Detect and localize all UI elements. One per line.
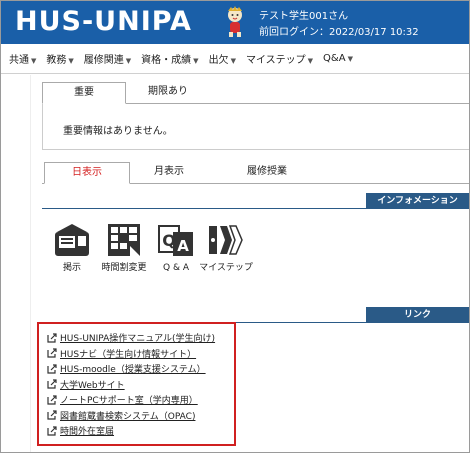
- list-item: HUS-moodle（授業支援システム）: [47, 361, 215, 377]
- external-link-icon: [47, 395, 57, 405]
- menu-item-qa[interactable]: Q&A ▼: [323, 53, 353, 64]
- tab-important[interactable]: 重要: [42, 82, 126, 104]
- user-name: テスト学生001さん: [259, 11, 349, 22]
- menu-item-common[interactable]: 共通 ▼: [9, 51, 36, 66]
- mystep-icon: [209, 225, 243, 255]
- menu-item-label: 履修関連: [83, 55, 124, 66]
- left-rail: [1, 75, 31, 452]
- chevron-down-icon: ▼: [307, 57, 314, 65]
- link-pc-support[interactable]: ノートPCサポート室（学内専用）: [60, 393, 198, 406]
- info-tile-label: 掲示: [62, 263, 81, 273]
- chevron-down-icon: ▼: [31, 57, 37, 65]
- main-menu: 共通 ▼ 教務 ▼ 履修関連 ▼ 資格・成績 ▼ 出欠 ▼ マイステップ ▼ Q&A ▼: [1, 44, 469, 74]
- tab-courses[interactable]: 履修授業: [222, 162, 312, 184]
- menu-item-label: マイステップ: [245, 55, 306, 66]
- info-tile-bulletin[interactable]: 掲示: [45, 222, 99, 274]
- list-item: 時間外在室届: [47, 423, 215, 439]
- link-opac[interactable]: 図書館蔵書検索システム（OPAC): [60, 409, 195, 422]
- chevron-down-icon: ▼: [125, 57, 132, 65]
- external-link-icon: [47, 426, 57, 436]
- view-tabs: 日表示 月表示 履修授業: [42, 162, 469, 184]
- link-university-web[interactable]: 大学Webサイト: [60, 378, 125, 391]
- link-manual[interactable]: HUS-UNIPA操作マニュアル(学生向け): [60, 331, 215, 344]
- link-after-hours[interactable]: 時間外在室届: [60, 424, 114, 437]
- menu-item-grades[interactable]: 資格・成績 ▼: [141, 51, 198, 66]
- tab-deadline[interactable]: 期限あり: [130, 82, 206, 104]
- chevron-down-icon: ▼: [230, 57, 236, 65]
- menu-item-label: Q&A: [323, 53, 346, 64]
- external-link-icon: [47, 348, 57, 358]
- last-login: 前回ログイン：2022/03/17 10:32: [259, 27, 419, 38]
- mascot-icon: [228, 6, 242, 37]
- menu-item-academic[interactable]: 教務 ▼: [46, 51, 73, 66]
- links-box: HUS-UNIPA操作マニュアル(学生向け) HUSナビ（学生向け情報サイト） …: [37, 322, 236, 446]
- menu-item-label: 出欠: [208, 55, 229, 66]
- app-logo[interactable]: HUS-UNIPA: [15, 6, 192, 37]
- list-item: 図書館蔵書検索システム（OPAC): [47, 408, 215, 424]
- header: HUS-UNIPA テスト学生001さん 前回ログイン：2022/03/17 1…: [1, 1, 469, 44]
- link-moodle[interactable]: HUS-moodle（授業支援システム）: [60, 362, 206, 375]
- list-item: 大学Webサイト: [47, 377, 215, 393]
- list-item: HUS-UNIPA操作マニュアル(学生向け): [47, 330, 215, 346]
- tab-daily[interactable]: 日表示: [44, 162, 130, 184]
- notice-message: 重要情報はありません。: [63, 126, 173, 137]
- info-tile-qa[interactable]: Q A Q & A: [149, 222, 203, 274]
- list-item: ノートPCサポート室（学内専用）: [47, 392, 215, 408]
- timetable-change-icon: [108, 224, 140, 256]
- menu-item-label: 共通: [9, 55, 29, 66]
- link-list: HUS-UNIPA操作マニュアル(学生向け) HUSナビ（学生向け情報サイト） …: [47, 330, 215, 439]
- external-link-icon: [47, 379, 57, 389]
- chevron-down-icon: ▼: [347, 55, 353, 63]
- bulletin-icon: [55, 224, 89, 256]
- info-tile-timetable[interactable]: 時間割変更: [97, 222, 151, 274]
- qa-icon: Q A: [158, 225, 193, 256]
- notice-tabs: 重要 期限あり: [42, 82, 469, 104]
- info-tile-label: マイステップ: [199, 263, 253, 273]
- tab-monthly[interactable]: 月表示: [134, 162, 204, 184]
- menu-item-label: 教務: [46, 55, 67, 66]
- link-husnavi[interactable]: HUSナビ（学生向け情報サイト）: [60, 347, 196, 360]
- chevron-down-icon: ▼: [68, 57, 74, 65]
- link-section-title: リンク: [366, 307, 469, 323]
- menu-item-registration[interactable]: 履修関連 ▼: [84, 51, 131, 66]
- external-link-icon: [47, 333, 57, 343]
- external-link-icon: [47, 364, 57, 374]
- menu-item-mystep[interactable]: マイステップ ▼: [246, 51, 313, 66]
- menu-item-attendance[interactable]: 出欠 ▼: [209, 51, 236, 66]
- notice-panel: 重要情報はありません。: [42, 104, 469, 150]
- menu-item-label: 資格・成績: [141, 55, 192, 66]
- info-tile-label: Q & A: [163, 263, 189, 273]
- svg-text:A: A: [177, 237, 189, 255]
- info-section-title: インフォメーション: [366, 193, 469, 209]
- info-tile-mystep[interactable]: マイステップ: [199, 222, 253, 274]
- external-link-icon: [47, 410, 57, 420]
- chevron-down-icon: ▼: [193, 57, 199, 65]
- list-item: HUSナビ（学生向け情報サイト）: [47, 346, 215, 362]
- info-tile-label: 時間割変更: [101, 263, 147, 273]
